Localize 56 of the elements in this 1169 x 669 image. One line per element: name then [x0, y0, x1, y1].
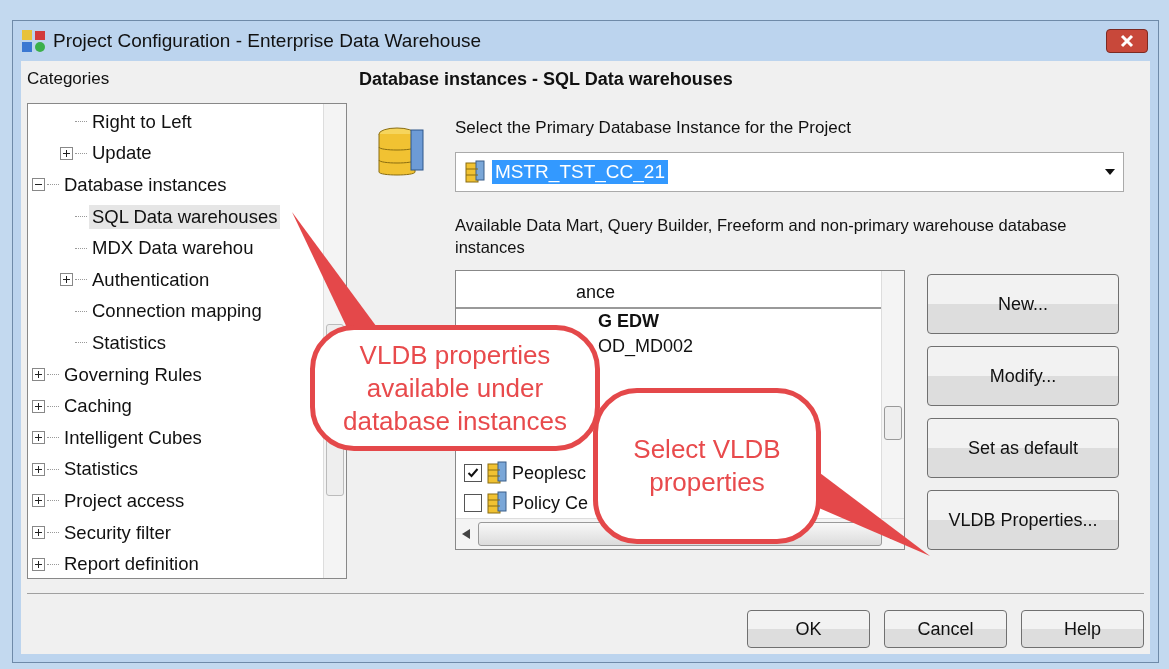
selected-value: MSTR_TST_CC_21	[492, 160, 668, 184]
tree-item[interactable]: Connection mapping	[89, 299, 265, 324]
tree-item[interactable]: Report definition	[61, 552, 202, 577]
checkbox[interactable]	[464, 494, 482, 512]
checkbox[interactable]	[464, 464, 482, 482]
list-item[interactable]: Peoplesc	[512, 462, 587, 484]
window-title: Project Configuration - Enterprise Data Warehouse	[53, 30, 483, 52]
app-icon	[21, 29, 47, 53]
list-item[interactable]: Policy Ce	[512, 492, 589, 514]
dialog-button[interactable]: Help	[1021, 610, 1144, 648]
expand-icon[interactable]	[32, 431, 45, 445]
tree-item[interactable]: Security filter	[61, 520, 174, 545]
expand-icon[interactable]	[60, 146, 73, 160]
expand-icon[interactable]	[32, 526, 45, 539]
action-button[interactable]: Set as default	[927, 418, 1119, 478]
dialog-button[interactable]: Cancel	[884, 610, 1007, 648]
close-button[interactable]	[1106, 29, 1148, 53]
database-icon	[464, 160, 486, 184]
tree-item[interactable]: Governing Rules	[61, 362, 205, 387]
tree-item[interactable]: Right to Left	[89, 109, 195, 134]
list-item[interactable]: OD_MD002	[598, 336, 694, 357]
tree-item[interactable]: Statistics	[61, 457, 142, 482]
database-icon	[486, 491, 508, 515]
tree-item[interactable]: SQL Data warehouses	[89, 204, 281, 229]
tree-item[interactable]: Project access	[61, 488, 188, 513]
action-button[interactable]: VLDB Properties...	[927, 490, 1119, 550]
action-button[interactable]: Modify...	[927, 346, 1119, 406]
expand-icon[interactable]	[60, 273, 73, 287]
tree-item[interactable]: Statistics	[89, 330, 170, 355]
tree-item[interactable]: Database instances	[61, 173, 230, 197]
tree-item[interactable]: Caching	[61, 394, 135, 419]
list-item[interactable]: G EDW	[598, 311, 659, 332]
scrollbar[interactable]	[881, 271, 904, 518]
tree-item[interactable]: MDX Data warehou	[89, 236, 257, 261]
callout-text: VLDB properties available under database instances	[341, 338, 568, 438]
dialog-button[interactable]: OK	[747, 610, 870, 648]
collapse-icon[interactable]	[32, 178, 45, 192]
scroll-left-icon[interactable]	[462, 529, 470, 539]
database-icon	[486, 461, 508, 485]
column-header[interactable]: ance	[456, 271, 881, 309]
list-label: Available Data Mart, Query Builder, Freeform and non-primary warehouse database instances	[455, 215, 1068, 258]
close-icon	[1120, 34, 1134, 48]
expand-icon[interactable]	[32, 399, 45, 413]
field-label: Select the Primary Database Instance for the Project	[455, 118, 852, 138]
tree-item[interactable]: Update	[89, 141, 155, 166]
tree-item[interactable]: Authentication	[89, 267, 213, 292]
dropdown-arrow-icon	[1105, 169, 1115, 175]
action-button[interactable]: New...	[927, 274, 1119, 334]
tree-item[interactable]: Intelligent Cubes	[61, 425, 205, 450]
expand-icon[interactable]	[32, 557, 45, 571]
callout-text: Select VLDB properties	[632, 433, 782, 499]
categories-label: Categories	[27, 69, 111, 89]
expand-icon[interactable]	[32, 368, 45, 382]
expand-icon[interactable]	[32, 494, 45, 508]
expand-icon[interactable]	[32, 462, 45, 476]
panel-heading: Database instances - SQL Data warehouses	[359, 69, 734, 90]
